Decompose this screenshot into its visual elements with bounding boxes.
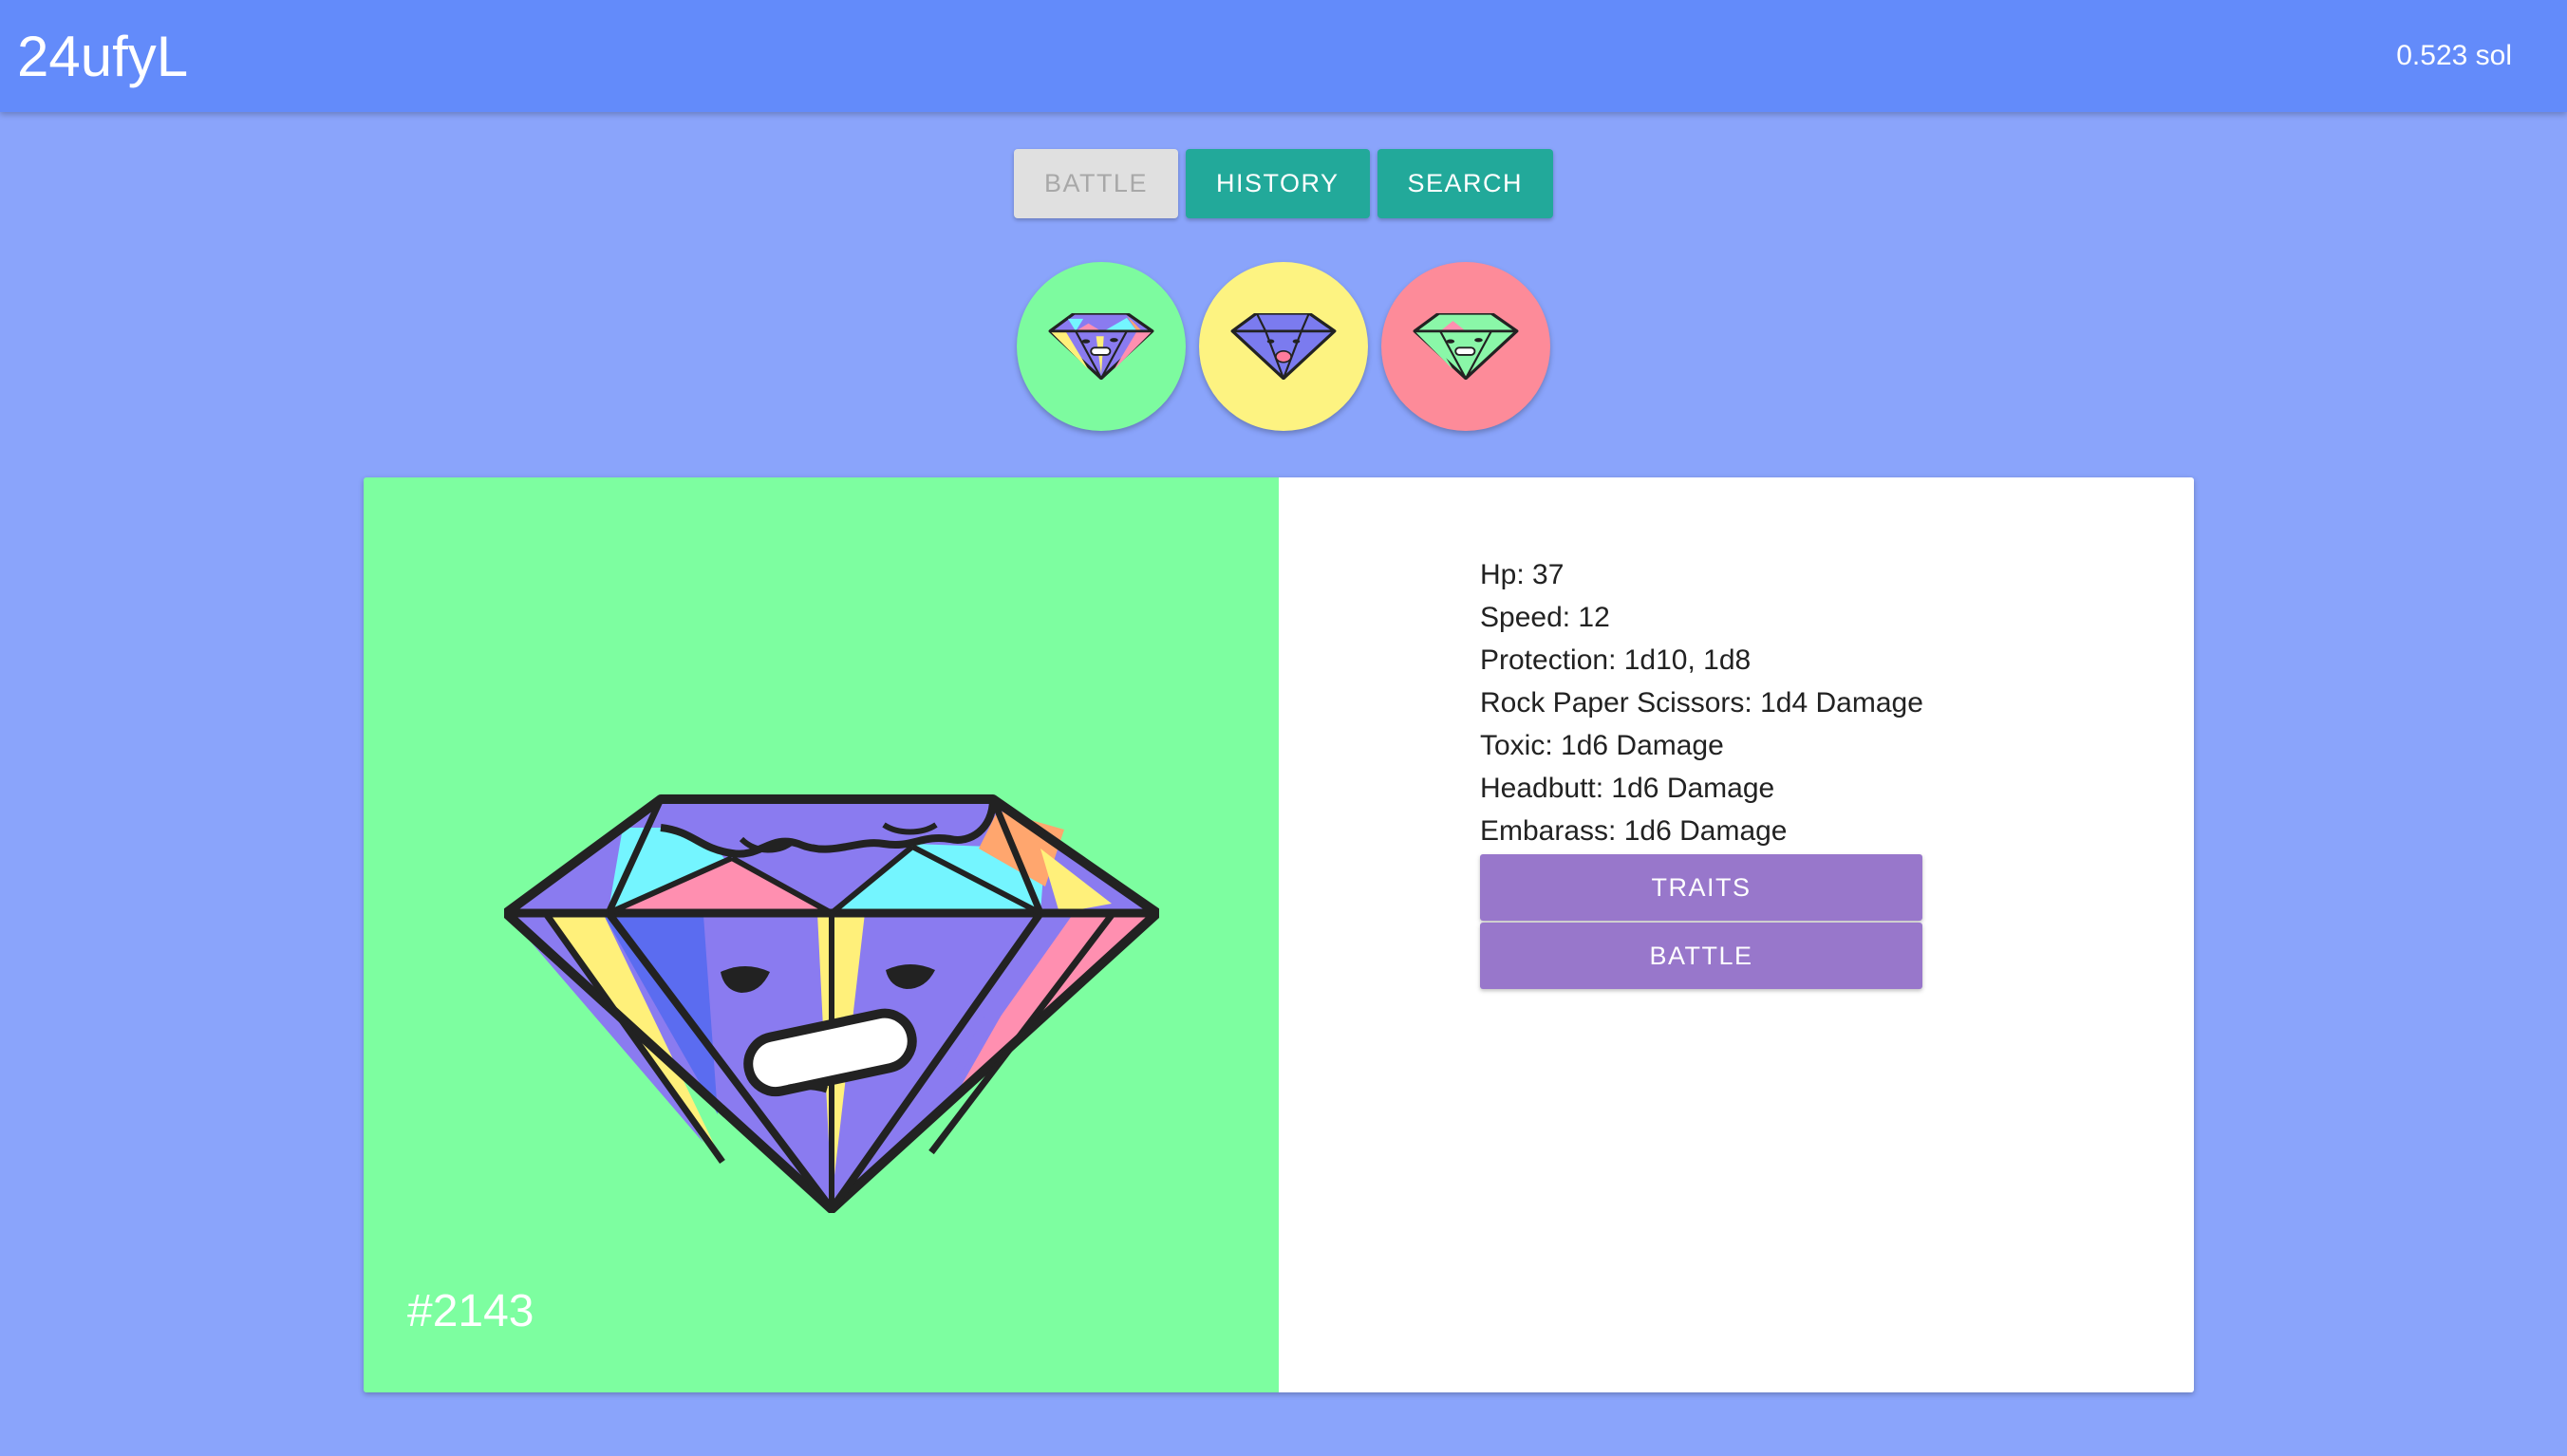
stat-speed: Speed: 12 [1480,602,1610,633]
wallet-balance: 0.523 sol [2396,40,2512,71]
tab-history[interactable]: HISTORY [1185,149,1370,218]
character-selector [0,262,2567,431]
app-bar: 24ufyL 0.523 sol [0,0,2567,112]
stat-hp: Hp: 37 [1480,559,1565,590]
tab-search[interactable]: SEARCH [1377,149,1554,218]
character-id: #2143 [407,1286,534,1336]
character-image-panel: #2143 [364,477,1279,1392]
character-avatar-2[interactable] [1199,262,1368,431]
battle-button[interactable]: BATTLE [1480,923,1922,989]
stat-move-toxic: Toxic: 1d6 Damage [1480,730,1724,761]
stat-move-embarass: Embarass: 1d6 Damage [1480,815,1788,847]
traits-button[interactable]: TRAITS [1480,854,1922,921]
tab-battle[interactable]: BATTLE [1013,149,1178,218]
character-avatar-3[interactable] [1381,262,1550,431]
stats-list: Hp: 37 Speed: 12 Protection: 1d10, 1d8 R… [1480,553,1923,989]
diamond-character-icon [1230,313,1337,380]
app-title: 24ufyL [17,24,189,88]
mode-tabs: BATTLE HISTORY SEARCH [0,149,2567,218]
stat-move-headbutt: Headbutt: 1d6 Damage [1480,773,1775,804]
character-card: #2143 Hp: 37 Speed: 12 Protection: 1d10,… [364,477,2194,1392]
diamond-character-illustration [504,794,1159,1213]
diamond-character-icon [1413,313,1519,380]
stat-move-rock-paper-scissors: Rock Paper Scissors: 1d4 Damage [1480,687,1923,719]
character-info-panel: Hp: 37 Speed: 12 Protection: 1d10, 1d8 R… [1279,477,2194,1392]
diamond-character-icon [1048,313,1154,380]
stat-protection: Protection: 1d10, 1d8 [1480,644,1752,676]
character-avatar-1[interactable] [1017,262,1186,431]
